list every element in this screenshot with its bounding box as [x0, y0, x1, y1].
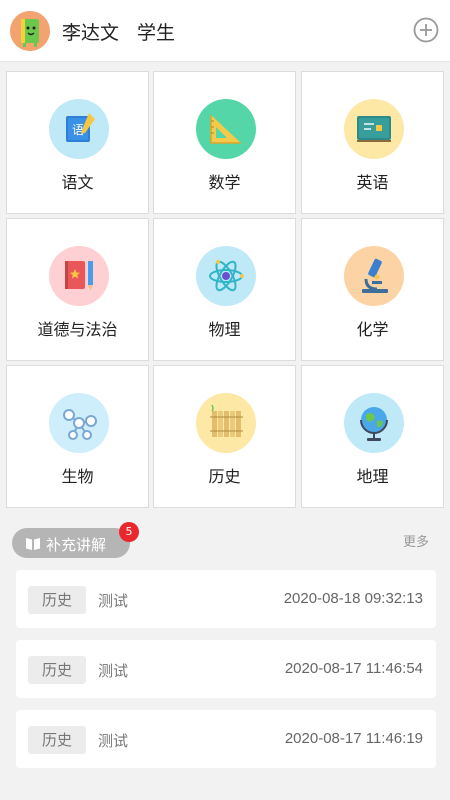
- book-pencil-icon: [49, 246, 109, 306]
- supplement-tab-button[interactable]: 补充讲解: [12, 528, 130, 558]
- subject-label: 物理: [208, 320, 241, 339]
- supplement-title: 补充讲解: [46, 536, 107, 554]
- list-item[interactable]: 历史 测试 2020-08-18 09:32:13: [16, 570, 436, 628]
- subject-label: 历史: [208, 467, 241, 486]
- molecule-icon: [49, 393, 109, 453]
- subject-grid: 语 语文 数学 英语 道德与法治 物理 化学 生物 历史 地理: [6, 71, 444, 509]
- record-timestamp: 2020-08-17 11:46:54: [284, 660, 423, 677]
- list-item[interactable]: 历史 测试 2020-08-17 11:46:19: [16, 710, 436, 768]
- record-timestamp: 2020-08-17 11:46:19: [284, 730, 423, 747]
- subject-tile-yingyu[interactable]: 英语: [301, 71, 444, 214]
- blackboard-icon: [344, 99, 404, 159]
- subject-tile-lishi[interactable]: 历史: [153, 365, 296, 508]
- subject-tile-shengwu[interactable]: 生物: [6, 365, 149, 508]
- subject-label: 英语: [356, 173, 389, 192]
- yuwen-book-icon: 语: [49, 99, 109, 159]
- scroll-icon: [196, 393, 256, 453]
- record-title: 测试: [98, 662, 129, 680]
- user-name: 李达文: [62, 22, 120, 44]
- subject-tile-yuwen[interactable]: 语 语文: [6, 71, 149, 214]
- top-bar: 李达文 学生: [0, 0, 450, 62]
- microscope-icon: [344, 246, 404, 306]
- more-link[interactable]: 更多: [403, 531, 429, 550]
- subject-label: 道德与法治: [37, 320, 118, 339]
- triangle-ruler-icon: [196, 99, 256, 159]
- unread-count-badge: 5: [119, 522, 139, 542]
- open-book-icon: [25, 536, 41, 555]
- record-title: 测试: [98, 592, 129, 610]
- subject-tag: 历史: [28, 726, 86, 754]
- subject-tag: 历史: [28, 586, 86, 614]
- subject-label: 语文: [61, 173, 94, 192]
- atom-icon: [196, 246, 256, 306]
- subject-label: 化学: [356, 320, 389, 339]
- notebook-avatar-icon[interactable]: [10, 11, 50, 51]
- record-timestamp: 2020-08-18 09:32:13: [283, 590, 423, 607]
- plus-circle-icon[interactable]: [413, 17, 439, 43]
- subject-label: 地理: [356, 467, 389, 486]
- subject-label: 数学: [208, 173, 241, 192]
- subject-label: 生物: [61, 467, 94, 486]
- user-role: 学生: [137, 22, 176, 44]
- subject-tile-shuxue[interactable]: 数学: [153, 71, 296, 214]
- subject-tile-daode[interactable]: 道德与法治: [6, 218, 149, 361]
- subject-tile-wuli[interactable]: 物理: [153, 218, 296, 361]
- list-item[interactable]: 历史 测试 2020-08-17 11:46:54: [16, 640, 436, 698]
- subject-tile-dili[interactable]: 地理: [301, 365, 444, 508]
- subject-tag: 历史: [28, 656, 86, 684]
- subject-tile-huaxue[interactable]: 化学: [301, 218, 444, 361]
- record-title: 测试: [98, 732, 129, 750]
- globe-icon: [344, 393, 404, 453]
